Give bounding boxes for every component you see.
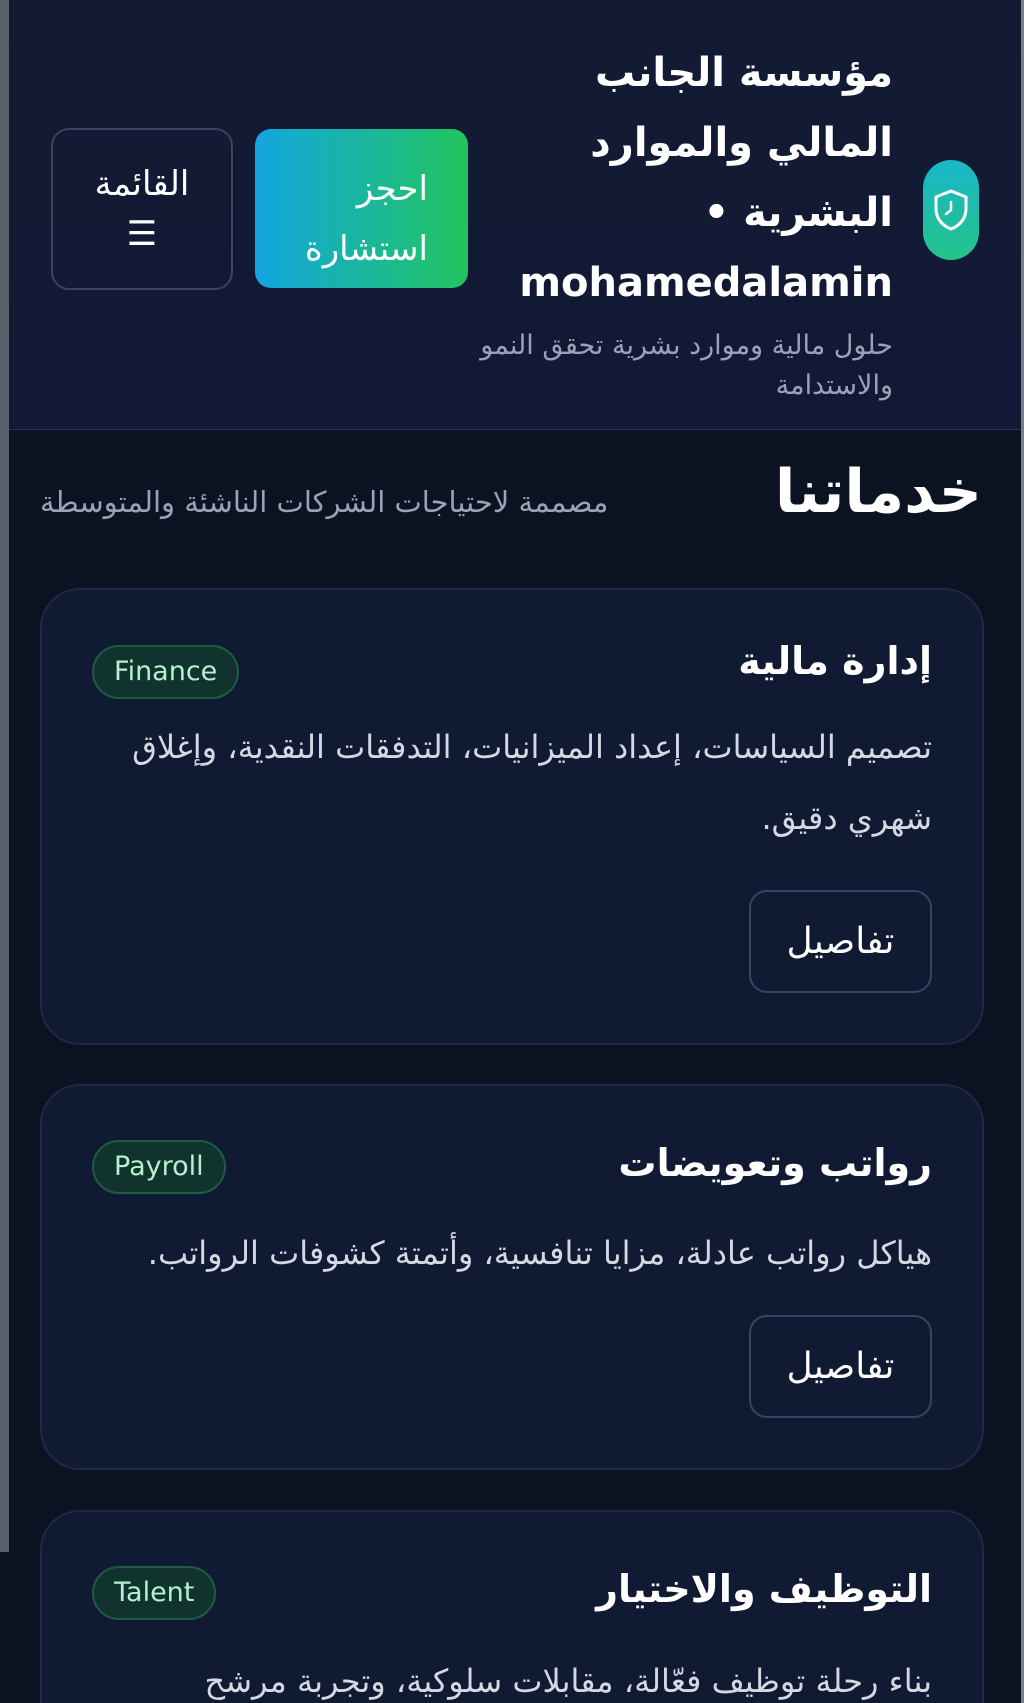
shield-icon [923,160,979,260]
hamburger-icon: ☰ [126,214,158,254]
details-button[interactable]: تفاصيل [749,890,932,993]
services-title: خدماتنا [774,457,982,527]
service-card-title: إدارة مالية [738,639,932,683]
service-card-title: التوظيف والاختيار [596,1567,932,1611]
service-card-description: بناء رحلة توظيف فعّالة، مقابلات سلوكية، … [204,1662,932,1700]
details-button[interactable]: تفاصيل [749,1315,932,1418]
service-tag: Finance [92,645,240,699]
brand-title[interactable]: مؤسسة الجانب المالي والموارد البشرية • m… [473,38,893,318]
brand-block: مؤسسة الجانب المالي والموارد البشرية • m… [473,38,893,406]
menu-button[interactable]: القائمة ☰ [51,128,233,290]
services-subtitle: مصممة لاحتياجات الشركات الناشئة والمتوسط… [40,485,609,519]
service-tag: Payroll [92,1140,226,1194]
service-card-finance: إدارة مالية Finance تصميم السياسات، إعدا… [40,588,984,1045]
page: مؤسسة الجانب المالي والموارد البشرية • m… [0,0,1024,1703]
book-consultation-button[interactable]: احجز استشارة [255,129,468,288]
service-card-description: تصميم السياسات، إعداد الميزانيات، التدفق… [132,728,932,837]
menu-label: القائمة [94,164,190,204]
service-card-payroll: رواتب وتعويضات Payroll هياكل رواتب عادلة… [40,1084,984,1470]
service-card-title: رواتب وتعويضات [618,1141,932,1185]
service-tag: Talent [92,1566,217,1620]
service-card-description: هياكل رواتب عادلة، مزايا تنافسية، وأتمتة… [147,1234,932,1272]
scrollbar[interactable] [0,0,9,1552]
site-header: مؤسسة الجانب المالي والموارد البشرية • m… [9,0,1021,430]
brand-tagline: حلول مالية وموارد بشرية تحقق النمو والاس… [480,330,893,401]
service-card-talent: التوظيف والاختيار Talent بناء رحلة توظيف… [40,1510,984,1703]
